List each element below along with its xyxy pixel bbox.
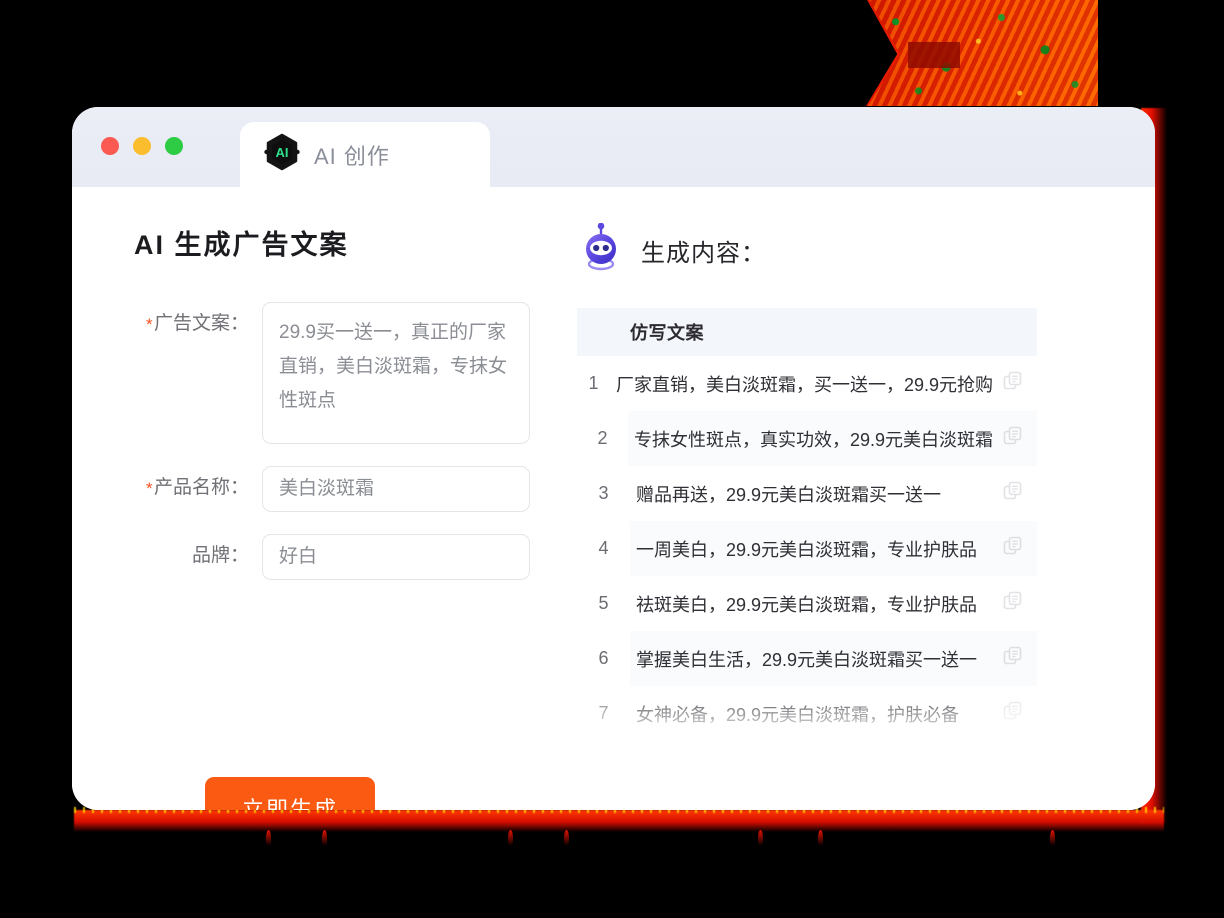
page-title: AI 生成广告文案 — [134, 230, 349, 260]
tab-label: AI 创作 — [314, 143, 390, 169]
app-window: AI AI 创作 AI 生成广告文案 * 广告文案： 29.9买一送一，真正的厂… — [72, 107, 1155, 810]
close-button[interactable] — [101, 137, 119, 155]
glow-drip — [322, 830, 327, 846]
label-text: 广告文案： — [153, 313, 249, 334]
label-text: 品牌： — [191, 545, 249, 566]
row-text: 一周美白，29.9元美白淡斑霜，专业护肤品 — [636, 539, 978, 560]
copy-icon[interactable] — [1003, 701, 1023, 726]
copy-icon[interactable] — [1003, 481, 1023, 506]
row-text: 厂家直销，美白淡斑霜，买一送一，29.9元抢购 — [615, 374, 993, 395]
maximize-button[interactable] — [165, 137, 183, 155]
row-index: 7 — [598, 703, 609, 723]
result-header: 生成内容： — [577, 222, 1099, 278]
table-row[interactable]: 4 一周美白，29.9元美白淡斑霜，专业护肤品 — [577, 521, 1037, 576]
result-pane: 生成内容： 仿写文案 1 厂家直销，美白淡斑霜，买一送一，29.9元抢购 2 专… — [577, 187, 1155, 810]
field-label-brand: * 品牌： — [134, 534, 262, 578]
decorative-texture-patch — [868, 0, 1098, 106]
window-content: AI 生成广告文案 * 广告文案： 29.9买一送一，真正的厂家直销，美白淡斑霜… — [72, 187, 1155, 810]
table-header-row: 仿写文案 — [577, 308, 1037, 356]
row-content: 一周美白，29.9元美白淡斑霜，专业护肤品 — [630, 521, 1037, 576]
field-product-name: * 产品名称： 美白淡斑霜 — [134, 466, 577, 512]
required-asterisk: * — [146, 479, 153, 498]
table-row[interactable]: 3 赠品再送，29.9元美白淡斑霜买一送一 — [577, 466, 1037, 521]
row-index: 2 — [597, 428, 608, 448]
window-titlebar: AI AI 创作 — [72, 107, 1155, 187]
tab-ai-creation[interactable]: AI AI 创作 — [240, 122, 490, 187]
field-label-ad-copy: * 广告文案： — [134, 302, 262, 346]
result-title: 生成内容： — [641, 240, 766, 267]
row-text: 赠品再送，29.9元美白淡斑霜买一送一 — [636, 484, 942, 505]
row-index: 4 — [598, 538, 609, 558]
row-content: 专抹女性斑点，真实功效，29.9元美白淡斑霜 — [627, 411, 1037, 466]
table-header-copy: 仿写文案 — [630, 323, 704, 343]
row-content: 厂家直销，美白淡斑霜，买一送一，29.9元抢购 — [610, 356, 1037, 411]
row-content: 掌握美白生活，29.9元美白淡斑霜买一送一 — [630, 631, 1037, 686]
copy-icon[interactable] — [1003, 646, 1023, 671]
copy-icon[interactable] — [1003, 426, 1023, 451]
minimize-button[interactable] — [133, 137, 151, 155]
glow-drip — [758, 830, 763, 846]
glow-drip — [818, 830, 823, 846]
card-red-glow-bottom — [74, 807, 1164, 832]
screenshot-root: AI AI 创作 AI 生成广告文案 * 广告文案： 29.9买一送一，真正的厂… — [0, 0, 1224, 918]
glow-drip — [508, 830, 513, 846]
table-row[interactable]: 6 掌握美白生活，29.9元美白淡斑霜买一送一 — [577, 631, 1037, 686]
row-content: 女神必备，29.9元美白淡斑霜，护肤必备 — [630, 686, 1037, 738]
label-text: 产品名称： — [153, 477, 249, 498]
robot-icon — [579, 222, 623, 278]
row-index: 3 — [598, 483, 609, 503]
table-row[interactable]: 2 专抹女性斑点，真实功效，29.9元美白淡斑霜 — [577, 411, 1037, 466]
row-text: 祛斑美白，29.9元美白淡斑霜，专业护肤品 — [636, 594, 978, 615]
row-index: 5 — [598, 593, 609, 613]
glow-drip — [564, 830, 569, 846]
copy-icon[interactable] — [1003, 536, 1023, 561]
copy-icon[interactable] — [1003, 591, 1023, 616]
required-asterisk: * — [146, 315, 153, 334]
product-name-input[interactable]: 美白淡斑霜 — [262, 466, 530, 512]
generate-button[interactable]: 立即生成 — [205, 777, 375, 810]
copy-icon[interactable] — [1003, 371, 1023, 396]
row-text: 女神必备，29.9元美白淡斑霜，护肤必备 — [636, 704, 960, 725]
table-row[interactable]: 1 厂家直销，美白淡斑霜，买一送一，29.9元抢购 — [577, 356, 1037, 411]
form-pane: AI 生成广告文案 * 广告文案： 29.9买一送一，真正的厂家直销，美白淡斑霜… — [72, 187, 577, 810]
traffic-light-group — [101, 137, 183, 155]
field-ad-copy: * 广告文案： 29.9买一送一，真正的厂家直销，美白淡斑霜，专抹女性斑点 — [134, 302, 577, 444]
row-content: 祛斑美白，29.9元美白淡斑霜，专业护肤品 — [630, 576, 1037, 631]
row-text: 掌握美白生活，29.9元美白淡斑霜买一送一 — [636, 649, 978, 670]
svg-text:AI: AI — [276, 145, 289, 160]
table-row[interactable]: 7 女神必备，29.9元美白淡斑霜，护肤必备 — [577, 686, 1037, 738]
field-label-product-name: * 产品名称： — [134, 466, 262, 510]
decorative-dark-block — [908, 42, 960, 68]
field-brand: * 品牌： 好白 — [134, 534, 577, 580]
table-row[interactable]: 5 祛斑美白，29.9元美白淡斑霜，专业护肤品 — [577, 576, 1037, 631]
brand-input[interactable]: 好白 — [262, 534, 530, 580]
row-index: 1 — [588, 373, 599, 393]
glow-drip — [266, 830, 271, 846]
results-table[interactable]: 仿写文案 1 厂家直销，美白淡斑霜，买一送一，29.9元抢购 2 专抹女性斑点，… — [577, 308, 1037, 738]
glow-drip — [1050, 830, 1055, 846]
row-index: 6 — [598, 648, 609, 668]
ad-copy-textarea[interactable]: 29.9买一送一，真正的厂家直销，美白淡斑霜，专抹女性斑点 — [262, 302, 530, 444]
row-content: 赠品再送，29.9元美白淡斑霜买一送一 — [630, 466, 1037, 521]
ai-hexagon-icon: AI — [264, 133, 300, 176]
row-text: 专抹女性斑点，真实功效，29.9元美白淡斑霜 — [633, 429, 993, 450]
